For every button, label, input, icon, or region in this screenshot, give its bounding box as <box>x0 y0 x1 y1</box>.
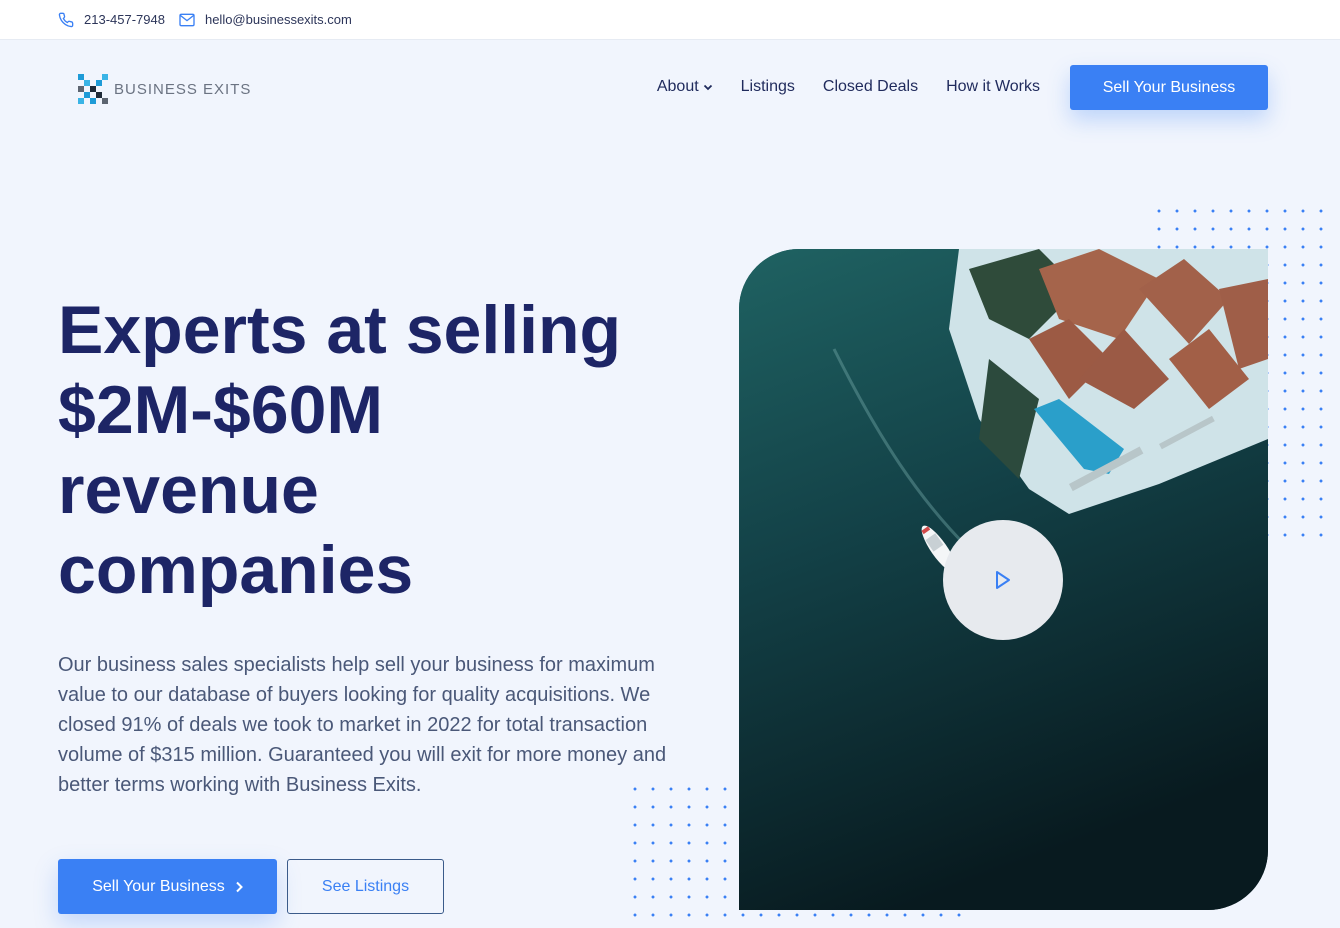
hero-description: Our business sales specialists help sell… <box>58 654 667 796</box>
logo-text: BUSINESS EXITS <box>114 80 252 98</box>
logo-mark-icon <box>78 74 108 104</box>
nav-item-label: Closed Deals <box>822 78 919 95</box>
sell-your-business-header-button[interactable]: Sell Your Business <box>1070 65 1268 110</box>
site-header: BUSINESS EXITS About Listings Closed Dea… <box>0 40 1340 136</box>
see-listings-button[interactable]: See Listings <box>287 859 444 914</box>
sell-your-business-button[interactable]: Sell Your Business <box>58 859 277 914</box>
mail-icon <box>179 13 195 26</box>
email-address: hello@businessexits.com <box>204 12 352 27</box>
button-label: Sell Your Business <box>92 877 225 895</box>
hero-title-line: $2M-$60M <box>58 372 384 448</box>
nav-item-how-it-works[interactable]: How it Works <box>946 78 1040 96</box>
hero-title-line: revenue <box>58 452 319 528</box>
nav-item-about[interactable]: About <box>657 78 713 96</box>
nav-item-closed-deals[interactable]: Closed Deals <box>823 78 918 96</box>
play-icon <box>996 571 1010 589</box>
nav-item-label: Listings <box>740 78 795 95</box>
play-video-button[interactable] <box>943 520 1063 640</box>
nav-item-label: About <box>656 78 699 95</box>
nav-item-listings[interactable]: Listings <box>741 78 795 96</box>
hero-title-line: Experts at selling <box>58 292 622 368</box>
phone-icon <box>58 12 74 27</box>
phone-contact[interactable]: 213-457-7948 <box>58 12 165 28</box>
contact-bar: 213-457-7948 hello@businessexits.com <box>0 0 1340 40</box>
main-nav: About Listings Closed Deals How it Works <box>657 78 1040 96</box>
email-contact[interactable]: hello@businessexits.com <box>179 12 352 27</box>
hero-title: Experts at selling $2M-$60M revenue comp… <box>58 290 698 610</box>
logo[interactable]: BUSINESS EXITS <box>78 74 251 104</box>
hero-title-line: companies <box>58 532 414 608</box>
phone-number: 213-457-7948 <box>84 12 165 27</box>
nav-item-label: How it Works <box>946 78 1040 95</box>
chevron-down-icon <box>703 84 712 91</box>
chevron-right-icon <box>236 881 243 892</box>
